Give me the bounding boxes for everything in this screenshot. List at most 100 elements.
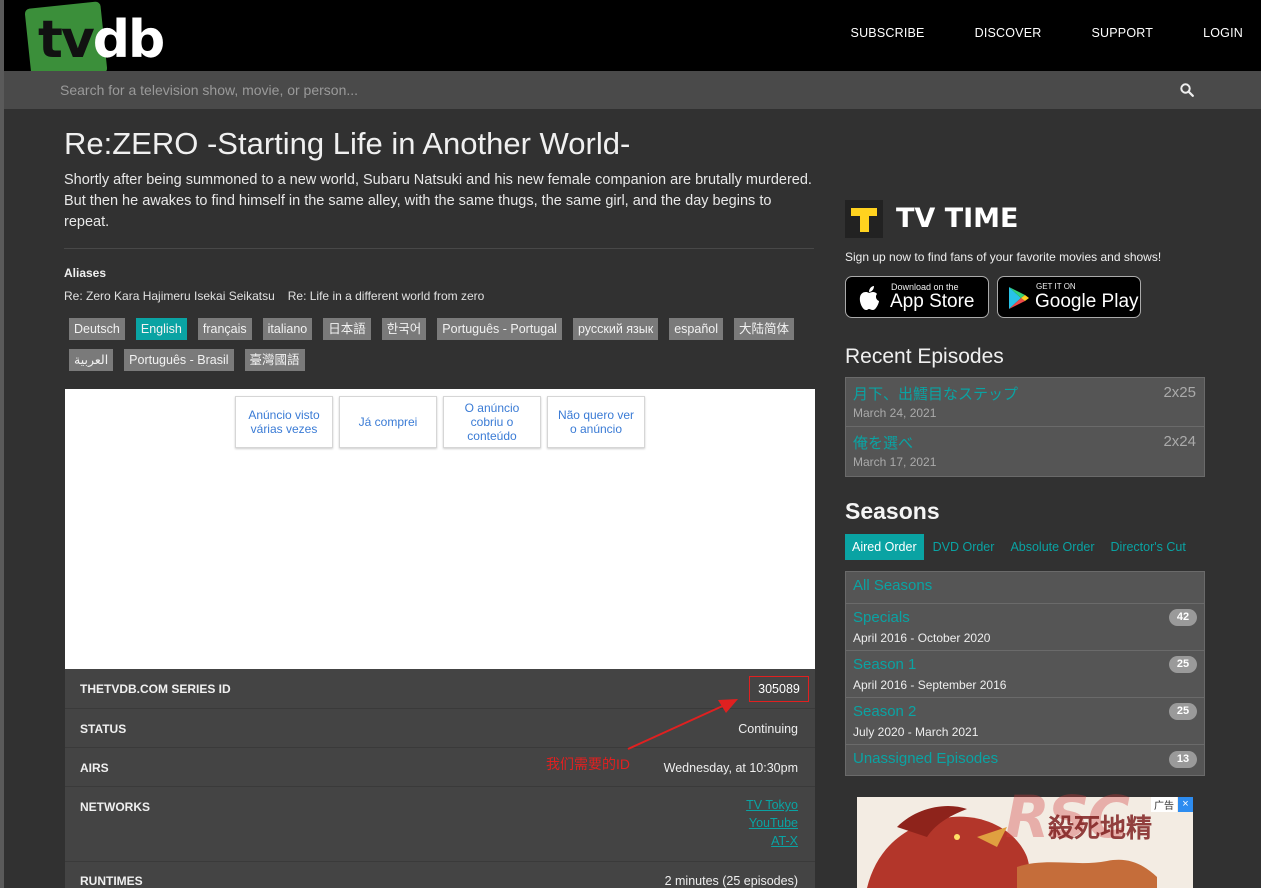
series-overview: Shortly after being summoned to a new wo… [64, 172, 812, 230]
google-play-button[interactable]: GET IT ON Google Play [997, 276, 1141, 318]
season-row-all[interactable]: All Seasons [846, 572, 1204, 604]
language-tab-italiano[interactable]: italiano [262, 318, 313, 340]
tvdb-logo[interactable]: tvdb [24, 1, 174, 81]
search-input[interactable] [60, 77, 1160, 103]
google-play-small-text: GET IT ON [1036, 282, 1076, 291]
episode-number: 2x25 [1163, 384, 1196, 401]
watermark-text: 殺死地精 [1048, 813, 1153, 843]
google-play-big-text: Google Play [1035, 291, 1139, 312]
episode-count-badge: 42 [1169, 609, 1197, 626]
episode-count-badge: 13 [1169, 751, 1197, 768]
annotation-label: 我们需要的ID [546, 756, 630, 772]
nav-login-link[interactable]: LOGIN [1203, 26, 1243, 40]
language-list: Deutsch English français italiano 日本語 한국… [64, 317, 816, 379]
tvtime-tagline: Sign up now to find fans of your favorit… [845, 250, 1162, 264]
ad-close-icon[interactable]: × [1178, 797, 1193, 812]
language-tab-russian[interactable]: русский язык [572, 318, 659, 340]
search-icon[interactable] [1180, 83, 1194, 97]
window-left-edge [0, 0, 4, 888]
tab-dvd-order[interactable]: DVD Order [926, 534, 1002, 560]
ad-feedback-seen-often-button[interactable]: Anúncio visto várias vezes [235, 396, 333, 448]
tab-aired-order[interactable]: Aired Order [845, 534, 924, 560]
language-tab-deutsch[interactable]: Deutsch [69, 318, 125, 340]
tvtime-logo-icon [845, 200, 883, 238]
logo-text: tvdb [38, 10, 165, 70]
season-row[interactable]: Unassigned Episodes 13 [846, 745, 1204, 775]
apple-icon [859, 286, 879, 310]
language-tab-portuguese-brasil[interactable]: Português - Brasil [124, 349, 234, 371]
alias-item: Re: Zero Kara Hajimeru Isekai Seikatsu [64, 289, 275, 303]
main-nav: SUBSCRIBE DISCOVER SUPPORT LOGIN [801, 26, 1243, 40]
networks-label: NETWORKS [80, 800, 150, 814]
episode-date: March 24, 2021 [853, 406, 937, 420]
language-tab-english[interactable]: English [135, 318, 187, 340]
season-name[interactable]: Specials [853, 609, 910, 626]
tab-absolute-order[interactable]: Absolute Order [1003, 534, 1101, 560]
language-tab-chinese-simplified[interactable]: 大陆简体 [734, 318, 795, 340]
nav-support-link[interactable]: SUPPORT [1091, 26, 1153, 40]
language-tab-chinese-taiwan[interactable]: 臺灣國語 [244, 349, 305, 371]
info-row-airs: AIRS Wednesday, at 10:30pm [65, 748, 815, 787]
language-tab-portuguese-portugal[interactable]: Português - Portugal [437, 318, 562, 340]
nav-subscribe-link[interactable]: SUBSCRIBE [851, 26, 925, 40]
episode-date: March 17, 2021 [853, 455, 937, 469]
airs-value: Wednesday, at 10:30pm [663, 761, 798, 775]
language-tab-espanol[interactable]: español [669, 318, 724, 340]
season-name[interactable]: All Seasons [853, 577, 932, 594]
season-row[interactable]: Season 1 April 2016 - September 2016 25 [846, 651, 1204, 698]
episode-title[interactable]: 俺を選べ [853, 432, 913, 453]
networks-list: TV Tokyo YouTube AT-X [746, 796, 798, 850]
episode-count-badge: 25 [1169, 656, 1197, 673]
ad-feedback-covered-content-button[interactable]: O anúncio cobriu o conteúdo [443, 396, 541, 448]
info-row-runtimes: RUNTIMES 2 minutes (25 episodes) [65, 862, 815, 888]
tvtime-name: TV TIME [896, 203, 1019, 234]
network-link[interactable]: YouTube [746, 814, 798, 832]
language-tab-arabic[interactable]: العربية [69, 349, 114, 371]
season-row[interactable]: Specials April 2016 - October 2020 42 [846, 604, 1204, 651]
ad-feedback-dont-want-button[interactable]: Não quero ver o anúncio [547, 396, 645, 448]
search-bar [4, 71, 1261, 109]
nav-discover-link[interactable]: DISCOVER [975, 26, 1042, 40]
language-tab-korean[interactable]: 한국어 [381, 318, 427, 340]
app-store-button[interactable]: Download on the App Store [845, 276, 989, 318]
runtimes-label: RUNTIMES [80, 874, 143, 888]
season-date-range: April 2016 - September 2016 [853, 678, 1007, 692]
status-label: STATUS [80, 722, 127, 736]
info-row-networks: NETWORKS TV Tokyo YouTube AT-X [65, 787, 815, 862]
seasons-title: Seasons [845, 498, 940, 524]
season-row[interactable]: Season 2 July 2020 - March 2021 25 [846, 698, 1204, 745]
ad-feedback-already-bought-button[interactable]: Já comprei [339, 396, 437, 448]
series-info-table: THETVDB.COM SERIES ID 305089 STATUS Cont… [65, 669, 815, 888]
app-store-big-text: App Store [890, 291, 975, 312]
google-play-icon [1009, 287, 1029, 309]
season-name[interactable]: Season 2 [853, 703, 916, 720]
ad-label: 广告 [1151, 797, 1177, 812]
info-row-status: STATUS Continuing [65, 709, 815, 748]
info-row-series-id: THETVDB.COM SERIES ID 305089 [65, 669, 815, 709]
series-title: Re:ZERO -Starting Life in Another World- [64, 126, 631, 161]
recent-episode-item[interactable]: 月下、出鱈目なステップ 2x25 March 24, 2021 [846, 378, 1204, 427]
language-tab-japanese[interactable]: 日本語 [323, 318, 371, 340]
season-date-range: April 2016 - October 2020 [853, 631, 991, 645]
aliases-label: Aliases [64, 266, 107, 280]
season-name[interactable]: Unassigned Episodes [853, 750, 998, 767]
language-tab-francais[interactable]: français [197, 318, 252, 340]
network-link[interactable]: AT-X [746, 832, 798, 850]
episode-title[interactable]: 月下、出鱈目なステップ [853, 383, 1018, 404]
airs-label: AIRS [80, 761, 109, 775]
alias-item: Re: Life in a different world from zero [287, 289, 485, 303]
recent-episode-item[interactable]: 俺を選べ 2x24 March 17, 2021 [846, 427, 1204, 476]
series-id-label: THETVDB.COM SERIES ID [80, 682, 231, 696]
recent-episodes-title: Recent Episodes [845, 345, 1004, 368]
recent-episodes-list: 月下、出鱈目なステップ 2x25 March 24, 2021 俺を選べ 2x2… [845, 377, 1205, 477]
network-link[interactable]: TV Tokyo [746, 796, 798, 814]
runtimes-value: 2 minutes (25 episodes) [664, 874, 798, 888]
top-navigation-bar: tvdb SUBSCRIBE DISCOVER SUPPORT LOGIN [4, 0, 1261, 81]
episode-count-badge: 25 [1169, 703, 1197, 720]
season-name[interactable]: Season 1 [853, 656, 916, 673]
season-order-tabs: Aired Order DVD Order Absolute Order Dir… [845, 534, 1195, 560]
status-value: Continuing [738, 722, 798, 736]
tab-directors-cut[interactable]: Director's Cut [1104, 534, 1193, 560]
aliases-list: Re: Zero Kara Hajimeru Isekai Seikatsu R… [64, 289, 484, 303]
seasons-list: All Seasons Specials April 2016 - Octobe… [845, 571, 1205, 776]
